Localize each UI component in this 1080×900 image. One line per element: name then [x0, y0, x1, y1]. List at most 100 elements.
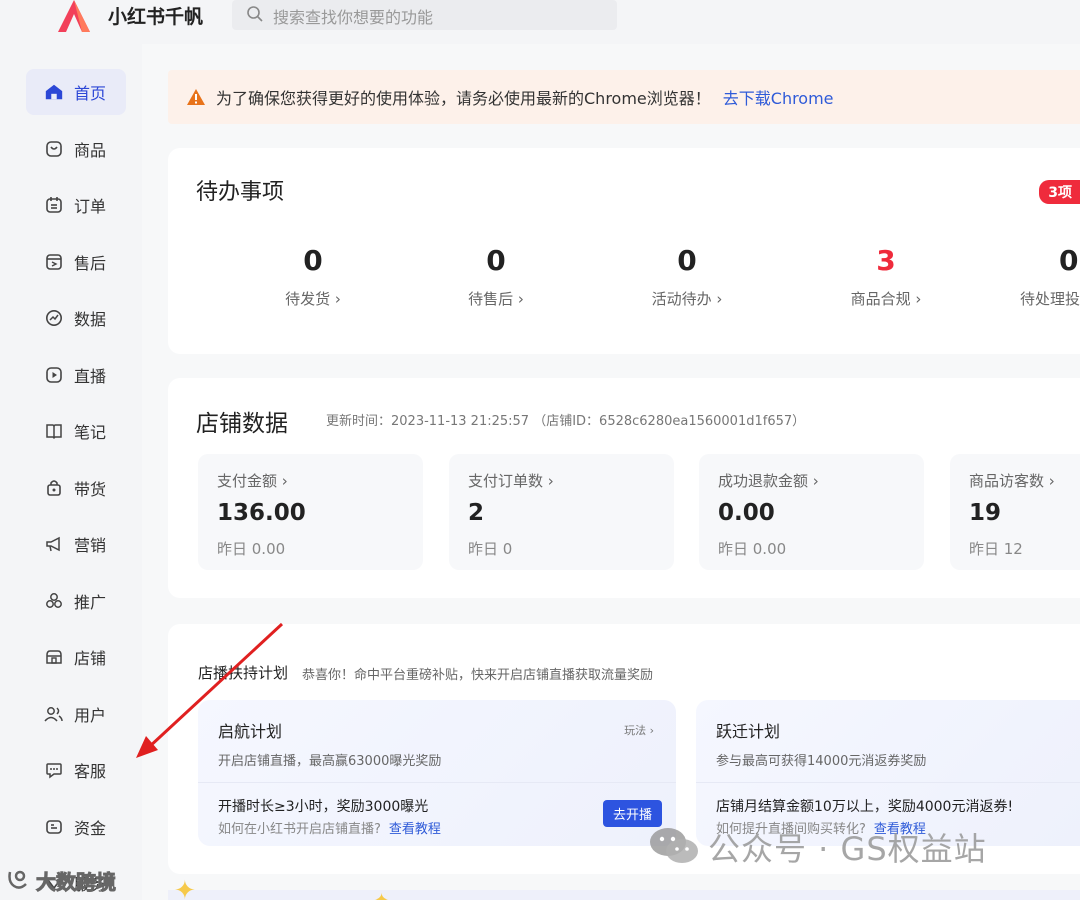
todo-label[interactable]: 待发货 › — [233, 288, 393, 309]
plan-rules-link[interactable]: 玩法 › — [624, 722, 654, 738]
watermark-text: 公众号 · GS权益站 — [708, 830, 987, 868]
sidebar-item-label: 店铺 — [74, 649, 107, 668]
aftersale-icon — [44, 252, 64, 272]
home-icon — [44, 82, 64, 102]
store-update-meta: 更新时间：2023-11-13 21:25:57 （店铺ID：6528c6280… — [326, 414, 806, 429]
todo-item-to-ship[interactable]: 0 待发货 › — [233, 244, 393, 309]
sidebar-item-label: 售后 — [74, 254, 107, 273]
store-icon — [44, 647, 64, 667]
todo-item-activity[interactable]: 0 活动待办 › — [607, 244, 767, 309]
metric-yesterday: 昨日 0.00 — [718, 540, 787, 558]
plan-question: 如何在小红书开启店铺直播? 查看教程 — [218, 818, 441, 837]
sidebar-item-funds[interactable]: 资金 — [26, 804, 126, 850]
sidebar-item-label: 用户 — [74, 706, 107, 725]
metric-label[interactable]: 商品访客数 › — [969, 470, 1055, 491]
watermark-right: 公众号 · GS权益站 — [648, 824, 987, 870]
sidebar-item-products[interactable]: 商品 — [26, 126, 126, 172]
sidebar-item-label: 推广 — [74, 593, 107, 612]
sidebar-item-promotion[interactable]: 推广 — [26, 578, 126, 624]
play-icon — [44, 365, 64, 385]
sidebar-item-orders[interactable]: 订单 — [26, 182, 126, 228]
sidebar-item-live[interactable]: 直播 — [26, 352, 126, 398]
metric-visitors[interactable]: 商品访客数 › 19 昨日 12 — [950, 454, 1080, 570]
sidebar-item-store[interactable]: 店铺 — [26, 634, 126, 680]
todo-label[interactable]: 待售后 › — [416, 288, 576, 309]
divider — [696, 782, 1080, 783]
plan-condition: 开播时长≥3小时，奖励3000曝光 — [218, 799, 429, 815]
notice-text: 为了确保您获得更好的使用体验，请务必使用最新的Chrome浏览器！ — [216, 89, 711, 108]
todo-value: 0 — [1059, 244, 1079, 277]
wallet-icon — [44, 817, 64, 837]
metric-payment-amount[interactable]: 支付金额 › 136.00 昨日 0.00 — [198, 454, 423, 570]
metric-yesterday: 昨日 0.00 — [217, 540, 286, 558]
store-data-title: 店铺数据 — [196, 411, 288, 437]
search-icon — [246, 5, 264, 23]
sidebar-item-label: 直播 — [74, 367, 107, 386]
circles-icon — [44, 591, 64, 611]
todo-label[interactable]: 待处理投 — [1013, 288, 1080, 309]
todo-card: 待办事项 3项 0 待发货 › 0 待售后 › 0 活动待办 › 3 商品合规 … — [168, 148, 1080, 354]
todo-title: 待办事项 — [196, 180, 285, 205]
sidebar-item-label: 订单 — [74, 197, 107, 216]
divider — [198, 782, 676, 783]
sidebar-item-data[interactable]: 数据 — [26, 295, 126, 341]
todo-item-complaints[interactable]: 0 待处理投 — [1013, 244, 1080, 309]
todo-value: 0 — [486, 244, 506, 277]
todo-value: 0 — [677, 244, 697, 277]
sidebar-item-customer-service[interactable]: 客服 — [26, 747, 126, 793]
sidebar-item-label: 商品 — [74, 141, 107, 160]
logo-icon[interactable] — [54, 0, 94, 32]
todo-value: 3 — [876, 244, 896, 277]
sidebar-item-label: 客服 — [74, 762, 107, 781]
sidebar-item-label: 笔记 — [74, 423, 107, 442]
lock-bag-icon — [44, 478, 64, 498]
star-icon: ✦ — [174, 876, 196, 900]
plan-card-launch: 启航计划 玩法 › 开启店铺直播，最高赢63000曝光奖励 开播时长≥3小时，奖… — [198, 700, 676, 846]
todo-value: 0 — [303, 244, 323, 277]
todo-item-aftersale[interactable]: 0 待售后 › — [416, 244, 576, 309]
brand-mark-icon — [6, 868, 32, 894]
sidebar-item-label: 数据 — [74, 310, 107, 329]
todo-label[interactable]: 商品合规 › — [806, 288, 966, 309]
sidebar-item-marketing[interactable]: 营销 — [26, 521, 126, 567]
download-chrome-link[interactable]: 去下载Chrome — [723, 85, 834, 109]
metric-label[interactable]: 成功退款金额 › — [718, 470, 819, 491]
tutorial-link[interactable]: 查看教程 — [389, 822, 441, 837]
bag-icon — [44, 139, 64, 159]
chart-icon — [44, 308, 64, 328]
live-support-subtitle: 恭喜你！命中平台重磅补贴，快来开启店铺直播获取流量奖励 — [302, 668, 654, 683]
metric-yesterday: 昨日 12 — [969, 540, 1023, 558]
metric-value: 2 — [468, 500, 485, 526]
sidebar-item-selling[interactable]: 带货 — [26, 465, 126, 511]
main-content: 为了确保您获得更好的使用体验，请务必使用最新的Chrome浏览器！ 去下载Chr… — [142, 44, 1080, 900]
browser-notice: 为了确保您获得更好的使用体验，请务必使用最新的Chrome浏览器！ 去下载Chr… — [168, 70, 1080, 124]
live-support-title: 店播扶持计划 — [198, 664, 289, 682]
plan-condition: 店铺月结算金额10万以上，奖励4000元消返券! — [716, 799, 1014, 815]
sidebar-item-users[interactable]: 用户 — [26, 691, 126, 737]
plan-question-text: 如何在小红书开启店铺直播? — [218, 822, 381, 837]
sidebar-item-label: 首页 — [74, 84, 107, 103]
todo-label[interactable]: 活动待办 › — [607, 288, 767, 309]
plan-description: 开启店铺直播，最高赢63000曝光奖励 — [218, 754, 442, 769]
plan-name: 跃迁计划 — [716, 722, 781, 741]
metric-label[interactable]: 支付金额 › — [217, 470, 288, 491]
megaphone-icon — [44, 534, 64, 554]
sidebar-item-home[interactable]: 首页 — [26, 69, 126, 115]
metric-order-count[interactable]: 支付订单数 › 2 昨日 0 — [449, 454, 674, 570]
bottom-banner — [168, 890, 1080, 900]
sidebar-item-aftersale[interactable]: 售后 — [26, 239, 126, 285]
start-live-button[interactable]: 去开播 — [602, 800, 662, 827]
book-icon — [44, 421, 64, 441]
search-input[interactable]: 搜索查找你想要的功能 — [232, 0, 617, 30]
todo-item-compliance[interactable]: 3 商品合规 › — [806, 244, 966, 309]
users-icon — [44, 704, 64, 724]
metric-label[interactable]: 支付订单数 › — [468, 470, 554, 491]
plan-name: 启航计划 — [218, 722, 283, 741]
watermark-left: 大数跨境 — [6, 866, 117, 895]
wechat-icon — [648, 825, 700, 869]
metric-value: 136.00 — [217, 500, 306, 526]
metric-refund-amount[interactable]: 成功退款金额 › 0.00 昨日 0.00 — [699, 454, 924, 570]
sidebar-item-notes[interactable]: 笔记 — [26, 408, 126, 454]
top-bar: 小红书千帆 搜索查找你想要的功能 — [0, 0, 1080, 44]
store-data-card: 店铺数据 更新时间：2023-11-13 21:25:57 （店铺ID：6528… — [168, 378, 1080, 598]
